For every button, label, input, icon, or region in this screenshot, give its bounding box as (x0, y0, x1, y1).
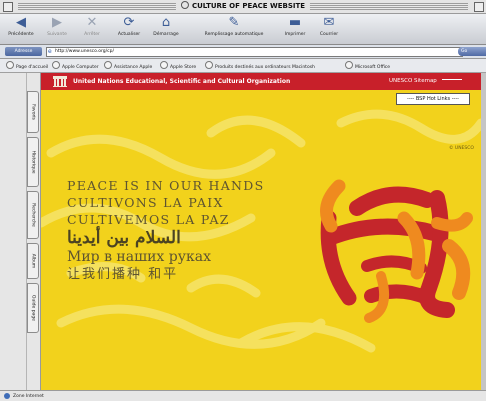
tab-recherche[interactable]: Recherche (27, 191, 39, 239)
fav-label: Assistance Apple (114, 65, 153, 70)
forward-arrow-icon: ▶ (52, 15, 62, 30)
forward-label: Suivante (47, 32, 67, 37)
tab-label: Historique (30, 150, 36, 174)
stop-label: Arrêter (84, 32, 100, 37)
fav-label: Apple Store (170, 65, 197, 70)
message-chinese: 让我们播种 和平 (67, 267, 179, 282)
tab-label: Guide page (30, 295, 36, 321)
fav-microsoft-office[interactable]: Microsoft Office (345, 61, 390, 72)
back-label: Précédente (8, 32, 34, 37)
title-bar[interactable]: CULTURE OF PEACE WEBSITE (0, 0, 486, 14)
back-button[interactable]: ◀ Précédente (6, 15, 36, 38)
fav-label: Microsoft Office (355, 65, 391, 70)
globe-icon (180, 1, 189, 9)
peace-calligraphy-art (320, 179, 473, 323)
address-bar: Adresse e http://www.unesco.org/cp/ Go (0, 45, 486, 59)
stop-icon: ✕ (86, 15, 98, 30)
toolbar: ◀ Précédente ▶ Suivante ✕ Arrêter ⟳ Actu… (0, 14, 486, 45)
tab-album[interactable]: Album (27, 243, 39, 279)
refresh-icon: ⟳ (123, 15, 135, 30)
fav-apple-store[interactable]: Apple Store (160, 61, 196, 72)
tab-label: Recherche (30, 203, 36, 227)
tab-guide-page[interactable]: Guide page (27, 283, 39, 333)
tab-favoris[interactable]: Favoris (27, 91, 39, 133)
address-url: http://www.unesco.org/cp/ (55, 49, 114, 54)
unesco-sitemap-link[interactable]: UNESCO Sitemap (389, 73, 462, 90)
tab-label: Favoris (30, 104, 36, 120)
back-arrow-icon: ◀ (16, 15, 26, 30)
peace-message: PEACE IS IN OUR HANDS CULTIVONS LA PAIX … (67, 177, 264, 284)
message-arabic: السلام بين أيدينا (67, 228, 181, 248)
fav-label: Page d'accueil (16, 65, 49, 70)
hot-links-select[interactable]: ---- BSP Hot Links ---- (396, 93, 470, 105)
message-russian: Мир в наших руках (67, 249, 211, 265)
forward-button[interactable]: ▶ Suivante (42, 15, 72, 38)
window-title-text: CULTURE OF PEACE WEBSITE (191, 2, 306, 10)
mail-label: Courrier (319, 32, 339, 37)
tab-historique[interactable]: Historique (27, 137, 39, 187)
favorites-bar: Page d'accueil Apple Computer Assistance… (0, 59, 486, 73)
favorite-icon (104, 61, 112, 69)
address-label: Adresse (5, 47, 42, 56)
unesco-logo[interactable] (53, 76, 67, 87)
close-box[interactable] (3, 2, 13, 12)
favorite-icon (6, 61, 14, 69)
print-label: Imprimer (284, 32, 306, 37)
page-scrollbar[interactable] (481, 73, 486, 390)
stop-button[interactable]: ✕ Arrêter (78, 15, 106, 38)
print-icon: ▬ (288, 15, 302, 30)
autofill-icon: ✎ (228, 15, 240, 30)
address-input[interactable]: e http://www.unesco.org/cp/ (46, 47, 463, 57)
sitemap-label: UNESCO Sitemap (389, 78, 437, 84)
message-spanish: CULTIVEMOS LA PAZ (67, 212, 230, 227)
refresh-button[interactable]: ⟳ Actualiser (113, 15, 145, 38)
fav-assistance-apple[interactable]: Assistance Apple (104, 61, 152, 72)
fav-label: Produits destinés aux ordinateurs Macint… (215, 65, 315, 70)
status-bar: Zone Internet (0, 390, 486, 401)
home-icon: ⌂ (161, 15, 171, 30)
zoom-box[interactable] (474, 2, 484, 12)
autofill-label: Remplissage automatique (204, 32, 264, 37)
fav-produits-mac[interactable]: Produits destinés aux ordinateurs Macint… (205, 61, 315, 72)
favorite-icon (52, 61, 60, 69)
message-english: PEACE IS IN OUR HANDS (67, 178, 265, 193)
home-label: Démarrage (153, 32, 179, 37)
favorite-icon (160, 61, 168, 69)
favorite-icon (345, 61, 353, 69)
browser-window: CULTURE OF PEACE WEBSITE ◀ Précédente ▶ … (0, 0, 486, 401)
copyright-text: © UNESCO (449, 146, 474, 151)
fav-apple-computer[interactable]: Apple Computer (52, 61, 99, 72)
refresh-label: Actualiser (117, 32, 141, 37)
print-button[interactable]: ▬ Imprimer (280, 15, 310, 38)
page-icon: e (48, 48, 52, 55)
autofill-button[interactable]: ✎ Remplissage automatique (189, 15, 279, 38)
status-text: Zone Internet (13, 394, 44, 399)
unesco-banner: United Nations Educational, Scientific a… (41, 73, 486, 90)
fav-label: Apple Computer (62, 65, 99, 70)
tab-label: Album (30, 253, 36, 269)
go-button[interactable]: Go (458, 47, 486, 56)
explorer-sidebar: Favoris Historique Recherche Album Guide… (0, 73, 41, 390)
internet-zone-icon (4, 393, 10, 399)
fav-page-accueil[interactable]: Page d'accueil (6, 61, 48, 72)
home-button[interactable]: ⌂ Démarrage (150, 15, 182, 38)
mail-icon: ✉ (323, 15, 335, 30)
favorite-icon (205, 61, 213, 69)
mail-button[interactable]: ✉ Courrier (314, 15, 344, 38)
dash-divider (441, 79, 462, 80)
web-page: United Nations Educational, Scientific a… (41, 73, 486, 390)
organization-name[interactable]: United Nations Educational, Scientific a… (73, 73, 290, 90)
message-french: CULTIVONS LA PAIX (67, 195, 224, 210)
window-title: CULTURE OF PEACE WEBSITE (175, 0, 311, 13)
